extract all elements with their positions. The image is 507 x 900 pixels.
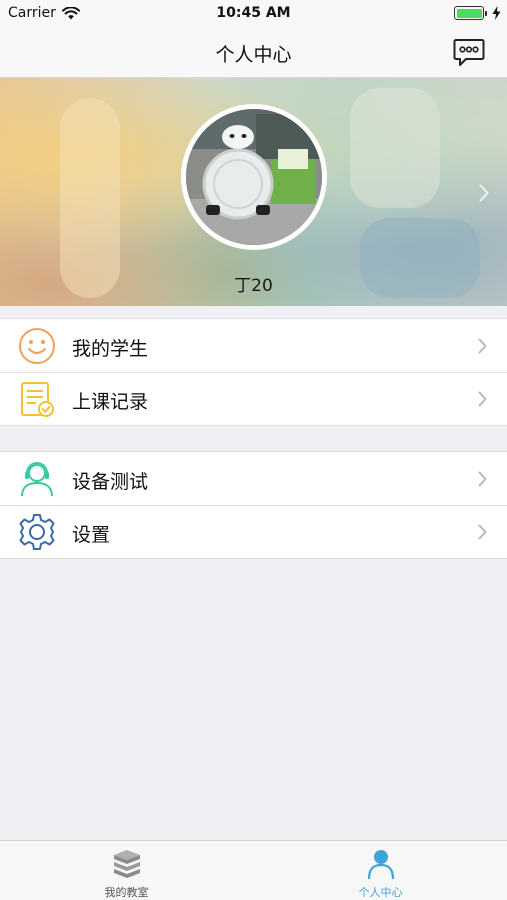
menu-item-class-records[interactable]: 上课记录 (0, 372, 507, 425)
chat-bubble-icon[interactable] (453, 38, 485, 68)
status-right (454, 6, 501, 20)
chevron-right-icon (478, 391, 487, 407)
menu-group-1: 我的学生 上课记录 (0, 318, 507, 426)
menu-item-device-test[interactable]: 设备测试 (0, 452, 507, 505)
status-time: 10:45 AM (216, 5, 291, 21)
status-bar: Carrier 10:45 AM (0, 0, 507, 28)
bolt-icon (492, 6, 501, 20)
background-blur (60, 98, 120, 298)
tab-label: 我的教室 (104, 886, 149, 899)
profile-name: 丁20 (234, 276, 273, 296)
tab-label: 个人中心 (358, 886, 403, 899)
headset-user-icon (21, 462, 53, 497)
tab-personal-center[interactable]: 个人中心 (254, 841, 507, 900)
profile-header[interactable]: 丁20 (0, 78, 507, 306)
menu-item-settings[interactable]: 设置 (0, 505, 507, 558)
chevron-right-icon (479, 184, 489, 202)
menu-item-my-students[interactable]: 我的学生 (0, 319, 507, 372)
menu-item-label: 设备测试 (72, 471, 149, 493)
tab-my-classroom[interactable]: 我的教室 (0, 841, 253, 900)
record-document-icon (21, 382, 54, 417)
gear-icon (19, 514, 55, 550)
chevron-right-icon (478, 524, 487, 540)
nav-bar: 个人中心 (0, 28, 507, 78)
battery-level (456, 8, 482, 18)
battery-icon (454, 6, 487, 20)
chevron-right-icon (478, 338, 487, 354)
menu-group-2: 设备测试 设置 (0, 451, 507, 559)
person-icon (367, 850, 395, 879)
page-title: 个人中心 (215, 44, 292, 66)
avatar[interactable] (181, 104, 327, 250)
avatar-photo (186, 109, 322, 245)
smiley-icon (19, 328, 55, 364)
menu-item-label: 我的学生 (72, 338, 149, 360)
menu-item-label: 上课记录 (72, 391, 149, 413)
chevron-right-icon (478, 471, 487, 487)
tab-bar: 我的教室 个人中心 (0, 840, 507, 900)
books-icon (114, 850, 140, 878)
menu-item-label: 设置 (72, 524, 111, 546)
background-blur (350, 88, 440, 208)
